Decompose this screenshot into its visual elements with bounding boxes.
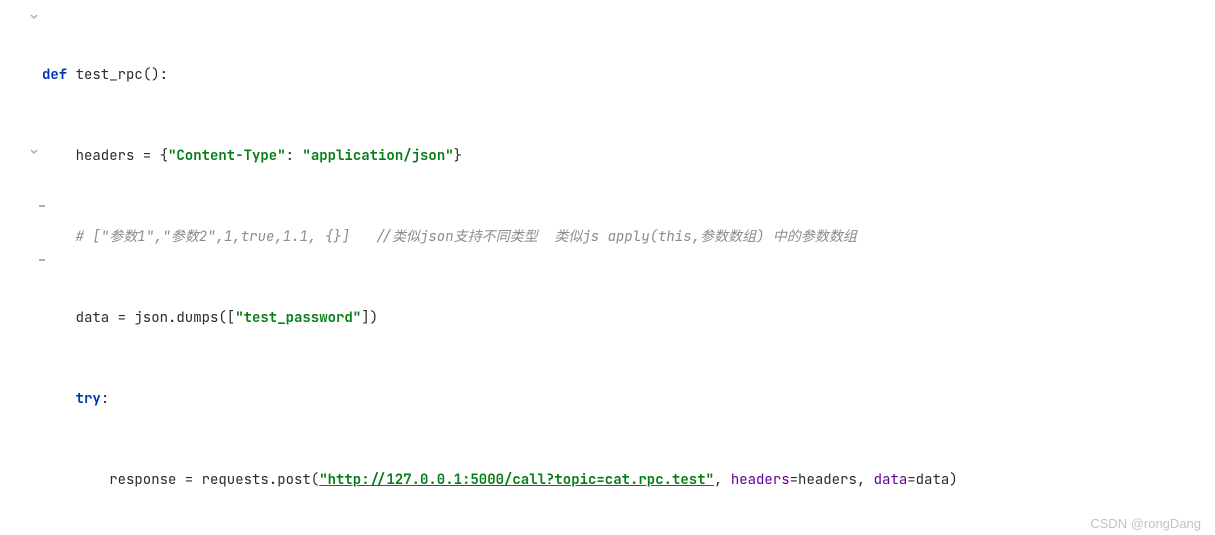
code-editor[interactable]: def test_rpc(): headers = {"Content-Type… xyxy=(0,0,1215,535)
keyword-try: try xyxy=(76,390,101,408)
collapse-icon[interactable] xyxy=(28,10,40,22)
keyword-def: def xyxy=(42,66,67,84)
function-name: test_rpc xyxy=(76,66,143,84)
fold-marker-icon[interactable] xyxy=(36,199,48,211)
code-comment: # ["参数1","参数2",1,true,1.1, {}] //类似json支… xyxy=(42,228,857,246)
fold-marker-icon[interactable] xyxy=(36,253,48,265)
collapse-icon[interactable] xyxy=(28,145,40,157)
url-string: "http://127.0.0.1:5000/call?topic=cat.rp… xyxy=(319,471,714,489)
code-content[interactable]: def test_rpc(): headers = {"Content-Type… xyxy=(42,0,1215,535)
watermark: CSDN @rongDang xyxy=(1090,516,1201,531)
editor-gutter xyxy=(0,0,42,535)
